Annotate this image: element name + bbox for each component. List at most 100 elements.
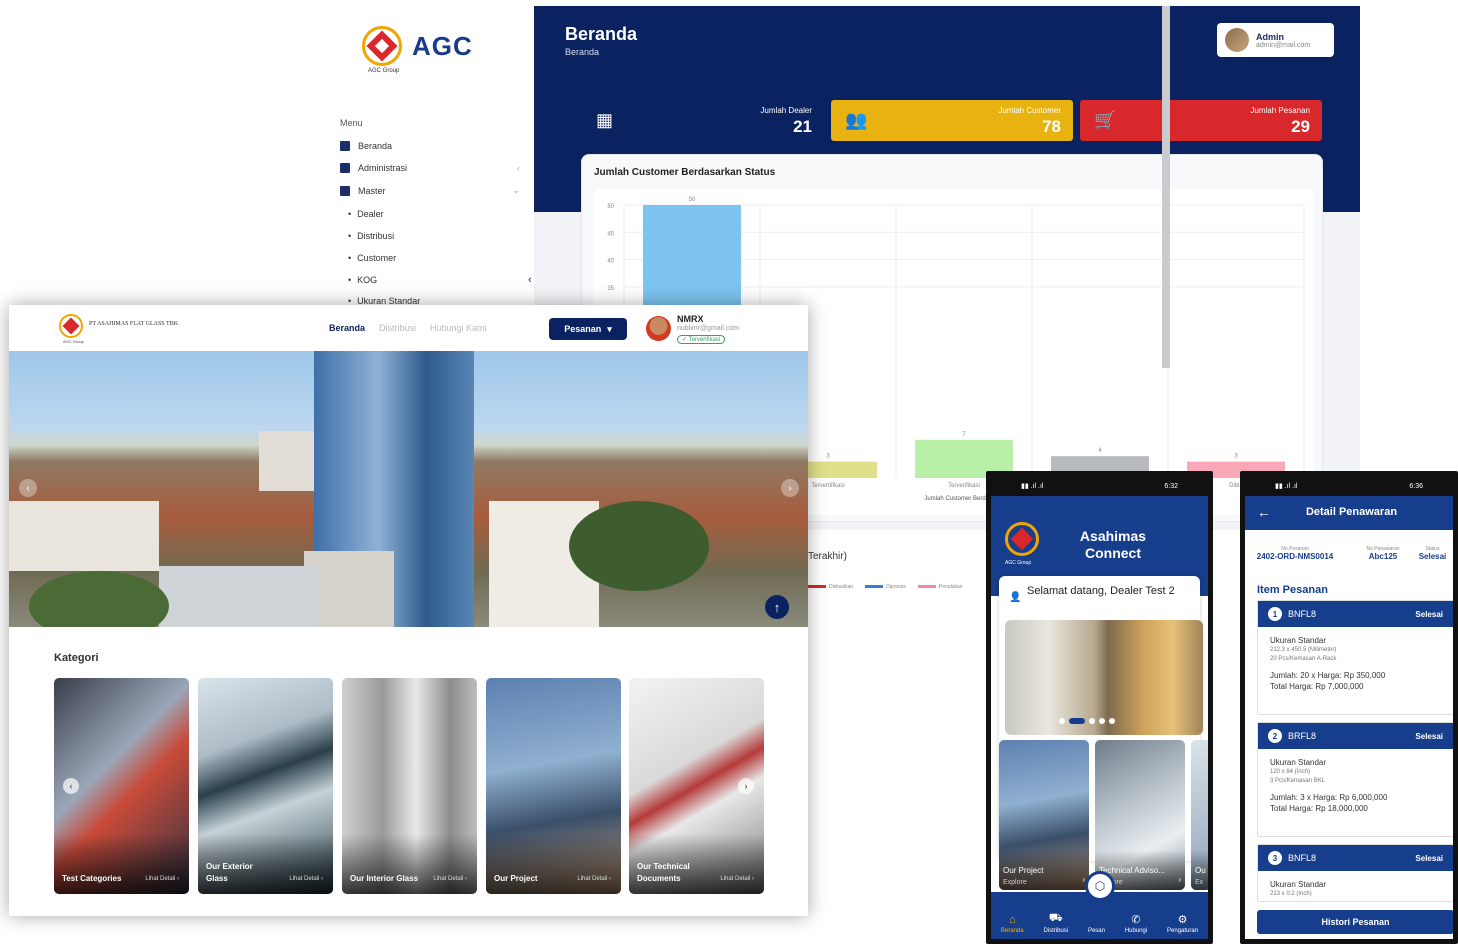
- stat-value: 78: [1042, 117, 1061, 136]
- order-item-card[interactable]: 3 BNFL8 Selesai Ukuran Standar 213 x 0.2 (…: [1257, 844, 1453, 902]
- category-name: Our Exterior Glass: [206, 862, 253, 883]
- signal-icon: ▮▮ .ıl .ıl: [1021, 483, 1044, 490]
- explore-tile[interactable]: Technical Adviso... Explore ›: [1095, 740, 1185, 890]
- cart-icon: 🛒: [1094, 110, 1117, 130]
- meta-no-penawaran: No Penawaran Abc125: [1366, 546, 1400, 561]
- website-brand-sub: AGC Group: [63, 339, 84, 344]
- sidebar-item-administrasi[interactable]: Administrasi ‹: [340, 163, 520, 173]
- agc-brand-text: AGC: [412, 30, 473, 61]
- bar-value-label: 50: [689, 197, 696, 203]
- carousel-dots: [1059, 718, 1115, 724]
- bottom-nav-distribusi[interactable]: ⛟ Distribusi: [1043, 912, 1068, 934]
- caret-down-icon: ▾: [607, 323, 612, 334]
- nav-link-beranda[interactable]: Beranda: [329, 323, 365, 333]
- legend-item: Diskusikan: [808, 584, 853, 590]
- agc-brand-sub: AGC Group: [368, 68, 400, 74]
- sidebar-subitem-kog[interactable]: KOG: [348, 275, 377, 285]
- hero-prev-button[interactable]: ‹: [19, 479, 37, 497]
- tile-subtitle: Explore: [1003, 879, 1027, 886]
- logo-sub: AGC Group: [1005, 560, 1032, 566]
- phone-icon: ✆: [1131, 914, 1141, 926]
- page-title: Beranda: [565, 24, 638, 44]
- chevron-right-icon: ›: [1178, 875, 1181, 884]
- stat-label: Jumlah Dealer: [760, 106, 812, 115]
- order-item-card[interactable]: 2 BRFL8 Selesai Ukuran Standar 120 x 84 (I…: [1257, 722, 1453, 837]
- legend-swatch: [808, 585, 826, 589]
- sidebar-subitem-distribusi[interactable]: Distribusi: [348, 231, 394, 241]
- arrow-up-icon: ↑: [773, 599, 781, 615]
- category-detail-link[interactable]: Lihat Detail ›: [433, 876, 467, 882]
- user-name: Admin: [1256, 31, 1284, 42]
- kategori-title: Kategori: [54, 652, 99, 664]
- sidebar-item-beranda[interactable]: Beranda: [340, 141, 520, 151]
- website-window: PT ASAHIMAS FLAT GLASS TBK AGC Group Ber…: [9, 305, 808, 916]
- legend-item: Penolakan: [917, 584, 963, 590]
- nav-link-hubungi-kami[interactable]: Hubungi Kami: [430, 323, 487, 333]
- x-tick-label: Terverifikasi: [948, 483, 980, 489]
- dashboard-icon: [340, 141, 350, 151]
- histori-pesanan-button[interactable]: Histori Pesanan: [1257, 910, 1453, 934]
- nav-link-distribusi[interactable]: Distribusi: [379, 323, 416, 333]
- home-icon: ⌂: [1008, 914, 1016, 926]
- users-icon: [340, 163, 350, 173]
- y-tick-label: 40: [607, 259, 614, 265]
- bottom-nav-pengaturan[interactable]: ⚙ Pengaturan: [1167, 913, 1198, 934]
- bottom-nav-pesan[interactable]: ·Pesan: [1088, 914, 1105, 934]
- category-prev-button[interactable]: ‹: [63, 778, 79, 794]
- truck-icon: ⛟: [1048, 912, 1063, 924]
- chevron-down-icon: ⌄: [512, 185, 520, 195]
- agc-emblem-icon: [362, 26, 402, 66]
- legend-swatch: [865, 585, 884, 589]
- screen-title: Detail Penawaran: [1305, 506, 1398, 518]
- stat-card-pesanan: 🛒 Jumlah Pesanan 29: [1080, 100, 1322, 141]
- explore-tile[interactable]: Ou Ex: [1191, 740, 1208, 890]
- pesanan-dropdown-button[interactable]: Pesanan ▾: [549, 318, 627, 340]
- website-brand: PT ASAHIMAS FLAT GLASS TBK: [89, 321, 179, 327]
- second-chart-title: Terakhir): [808, 551, 847, 562]
- sidebar-collapse-icon[interactable]: ‹: [528, 274, 532, 286]
- stat-card-dealer: ▦ Jumlah Dealer 21: [582, 100, 824, 141]
- category-detail-link[interactable]: Lihat Detail ›: [577, 876, 611, 882]
- status-bar: ▮▮ .ıl .ıl 6:36: [1245, 476, 1453, 496]
- welcome-text: Selamat datang, Dealer Test 2: [1027, 585, 1175, 597]
- pesan-cube-icon[interactable]: ⬡: [1085, 871, 1115, 901]
- category-detail-link[interactable]: Lihat Detail ›: [145, 876, 179, 882]
- sidebar-item-label: Master: [358, 185, 386, 196]
- category-name: Our Interior Glass: [350, 874, 419, 883]
- building-icon: ▦: [596, 110, 614, 130]
- category-name: Test Categories: [62, 874, 122, 883]
- user-menu-button[interactable]: Admin admin@mail.com: [1217, 23, 1334, 57]
- scroll-to-top-button[interactable]: ↑: [765, 595, 789, 619]
- avatar[interactable]: [646, 316, 671, 341]
- bar-value-label: 3: [826, 454, 830, 460]
- breadcrumb: Beranda: [565, 47, 600, 57]
- scrollbar[interactable]: [1162, 6, 1170, 368]
- explore-tile[interactable]: Our Project Explore ›: [999, 740, 1089, 890]
- order-item-card[interactable]: 1 BNFL8 Selesai Ukuran Standar 212.3 x 450…: [1257, 600, 1453, 715]
- database-icon: [340, 185, 350, 196]
- category-next-button[interactable]: ›: [738, 778, 754, 794]
- bottom-nav-beranda[interactable]: ⌂ Beranda: [1001, 914, 1024, 934]
- category-detail-link[interactable]: Lihat Detail ›: [289, 876, 323, 882]
- users-icon: 👥: [845, 110, 868, 130]
- bottom-nav-hubungi[interactable]: ✆ Hubungi: [1125, 913, 1147, 934]
- clock: 6:36: [1409, 482, 1423, 490]
- sidebar-subitem-dealer[interactable]: Dealer: [348, 209, 384, 219]
- hero-next-button[interactable]: ›: [781, 479, 799, 497]
- category-card[interactable]: Our Project Lihat Detail ›: [486, 678, 621, 894]
- mobile-home-screen: ▮▮ .ıl .ıl 6:32 AGC Group Asahimas Conne…: [986, 471, 1213, 944]
- agc-emblem-icon: [1005, 522, 1039, 556]
- legend-item: Diproses: [865, 584, 906, 590]
- category-card[interactable]: Our Interior Glass Lihat Detail ›: [342, 678, 477, 894]
- sidebar-subitem-customer[interactable]: Customer: [348, 253, 396, 263]
- category-detail-link[interactable]: Lihat Detail ›: [720, 876, 754, 882]
- sidebar-item-master[interactable]: Master ⌄: [340, 185, 520, 196]
- category-card[interactable]: Our Exterior Glass Lihat Detail ›: [198, 678, 333, 894]
- y-tick-label: 50: [607, 204, 614, 210]
- chart-title: Jumlah Customer Berdasarkan Status: [594, 167, 776, 178]
- tile-title: Ou: [1195, 866, 1206, 875]
- app-header: ← Detail Penawaran: [1245, 496, 1453, 530]
- mobile-detail-screen: ▮▮ .ıl .ıl 6:36 ← Detail Penawaran No Pe…: [1240, 471, 1458, 944]
- agc-emblem-icon[interactable]: [59, 314, 83, 338]
- user-name: NMRX: [677, 314, 704, 324]
